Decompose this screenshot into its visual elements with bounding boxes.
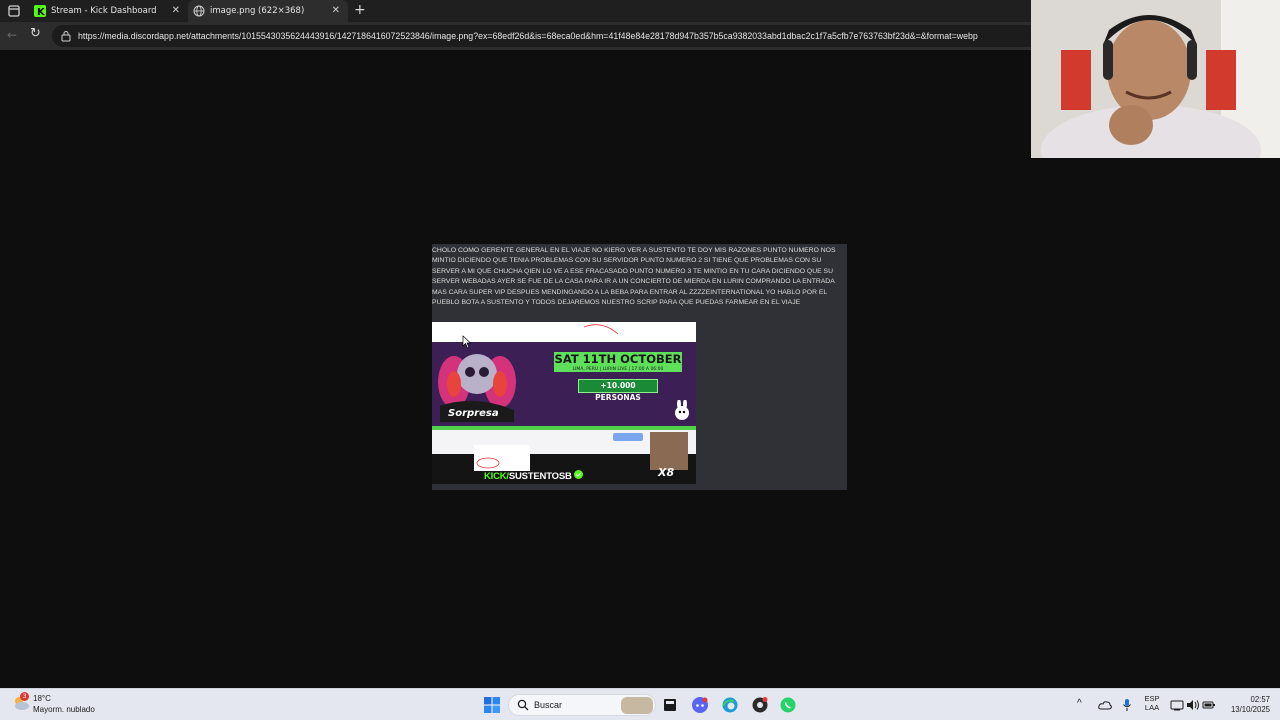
address-bar[interactable]: https://media.discordapp.net/attachments…	[52, 25, 1042, 47]
discord-icon[interactable]	[692, 697, 708, 713]
tab-actions-icon[interactable]	[6, 3, 22, 19]
url-text: https://media.discordapp.net/attachments…	[78, 31, 978, 41]
battery-icon[interactable]	[1201, 697, 1217, 713]
microphone-icon[interactable]	[1119, 697, 1135, 713]
show-hidden-icons-chevron-icon[interactable]: ^	[1077, 698, 1082, 709]
streamer-camera-feed	[1031, 0, 1280, 158]
weather-temperature[interactable]: 18°C	[33, 694, 51, 703]
taskbar-search[interactable]: Buscar	[508, 694, 656, 716]
snippet-popup	[474, 445, 530, 471]
obs-icon[interactable]	[752, 697, 768, 713]
onedrive-cloud-icon[interactable]	[1097, 697, 1113, 713]
tab-label: Stream - Kick Dashboard	[51, 6, 157, 16]
language-code: ESP	[1144, 694, 1160, 703]
event-poster: Sorpresa SAT 11TH OCTOBER LIMA, PERU | L…	[432, 342, 696, 426]
webcam-overlay	[1031, 0, 1280, 158]
multiplier-label: X8	[658, 466, 675, 479]
skull-art-icon: Sorpresa	[438, 354, 516, 422]
globe-icon	[193, 5, 205, 17]
reload-icon[interactable]: ↻	[30, 26, 41, 41]
kick-channel-label: KICK/SUSTENTOSB	[484, 470, 584, 482]
edge-browser-icon[interactable]	[722, 697, 738, 713]
verified-icon	[574, 470, 584, 479]
close-tab-icon[interactable]: ✕	[172, 5, 180, 16]
task-view-icon[interactable]	[662, 697, 678, 713]
close-tab-icon[interactable]: ✕	[332, 5, 340, 16]
snippet-button	[613, 433, 643, 441]
event-location: LIMA, PERU | LURIN LIVE | 17:00 A 06:00	[572, 367, 664, 372]
site-info-icon[interactable]	[60, 30, 72, 42]
tab-image[interactable]: image.png (622×368) ✕	[188, 0, 348, 22]
mouse-cursor-icon	[462, 335, 472, 349]
bunny-logo-icon	[675, 400, 689, 420]
clock-time: 02:57	[1250, 695, 1270, 704]
search-icon	[517, 699, 529, 711]
search-highlight-image	[621, 697, 653, 714]
event-attendance: +10.000 PERSONAS	[578, 379, 658, 402]
clock-date: 13/10/2025	[1230, 705, 1270, 714]
kick-prefix: KICK/	[484, 471, 509, 482]
language-indicator[interactable]: ESP LAA	[1142, 694, 1162, 712]
new-tab-icon[interactable]: +	[354, 2, 366, 18]
image-viewer[interactable]: CHOLO COMO GERENTE GENERAL EN EL VIAJE N…	[432, 244, 847, 490]
system-clock[interactable]: 02:57 13/10/2025	[1222, 695, 1270, 715]
kick-icon: K	[34, 5, 46, 17]
whatsapp-icon[interactable]	[780, 697, 796, 713]
svg-text:K: K	[37, 7, 46, 17]
weather-description[interactable]: Mayorm. nublado	[33, 705, 95, 714]
kick-channel: SUSTENTOSB	[508, 471, 572, 482]
red-scribble-icon	[583, 324, 619, 335]
windows-taskbar: 3 18°C Mayorm. nublado Buscar ^ ESP LAA	[0, 688, 1280, 720]
back-arrow-icon[interactable]: ←	[7, 28, 17, 42]
weather-badge: 3	[20, 692, 29, 701]
windows-start-icon[interactable]	[484, 697, 500, 713]
svg-text:Sorpresa: Sorpresa	[448, 408, 499, 419]
tab-label: image.png (622×368)	[210, 6, 305, 16]
network-icon[interactable]	[1169, 697, 1185, 713]
tab-kick-dashboard[interactable]: K Stream - Kick Dashboard ✕	[30, 0, 188, 22]
volume-icon[interactable]	[1185, 697, 1201, 713]
message-text: CHOLO COMO GERENTE GENERAL EN EL VIAJE N…	[432, 247, 836, 307]
red-circle-icon	[476, 457, 500, 469]
face-thumbnail	[650, 432, 688, 470]
keyboard-layout: LAA	[1144, 703, 1160, 712]
search-placeholder: Buscar	[534, 700, 563, 710]
